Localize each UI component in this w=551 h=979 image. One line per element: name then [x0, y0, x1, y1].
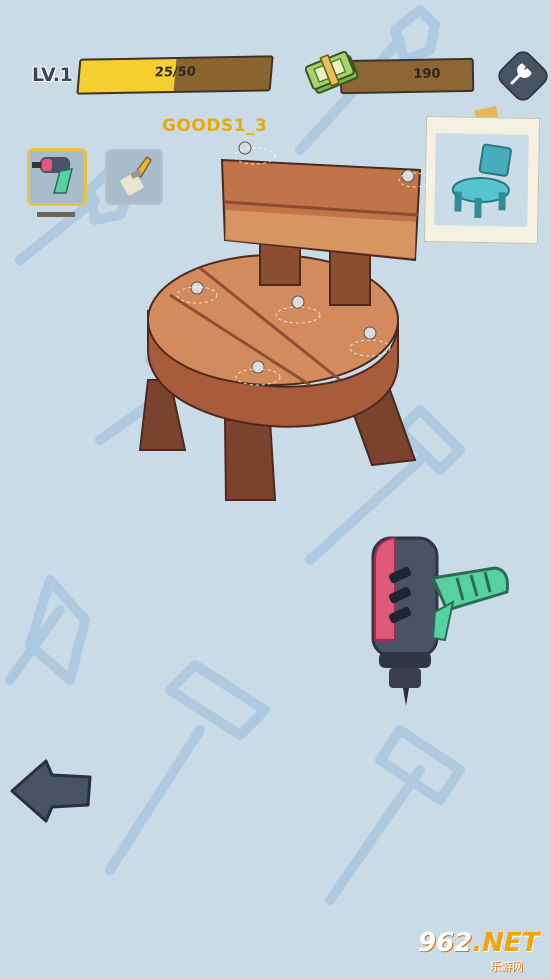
tool-slot-drill[interactable]	[27, 148, 87, 206]
watermark-sub: 乐游网	[490, 960, 523, 973]
back-arrow-button[interactable]	[8, 755, 94, 827]
target-preview-area	[434, 133, 529, 227]
cash-stack-icon	[305, 50, 359, 94]
drill-icon	[32, 157, 74, 194]
power-drill-tool[interactable]	[365, 530, 515, 710]
target-chair-icon	[451, 143, 512, 218]
selected-tool-indicator	[37, 212, 75, 217]
site-watermark: 962.NET 乐游网	[412, 928, 544, 973]
watermark-suffix: .NET	[472, 928, 540, 958]
xp-progress-text: 25/50	[154, 64, 197, 81]
wooden-chair[interactable]	[130, 130, 440, 510]
xp-progress-bar: 25/50	[76, 55, 274, 95]
watermark-logo: 962.NET	[418, 928, 539, 958]
money-amount: 190	[413, 66, 441, 82]
wrench-icon	[510, 63, 532, 85]
level-label: LV.1	[32, 64, 73, 86]
watermark-main: 962	[418, 928, 473, 958]
target-preview-card	[423, 116, 541, 244]
